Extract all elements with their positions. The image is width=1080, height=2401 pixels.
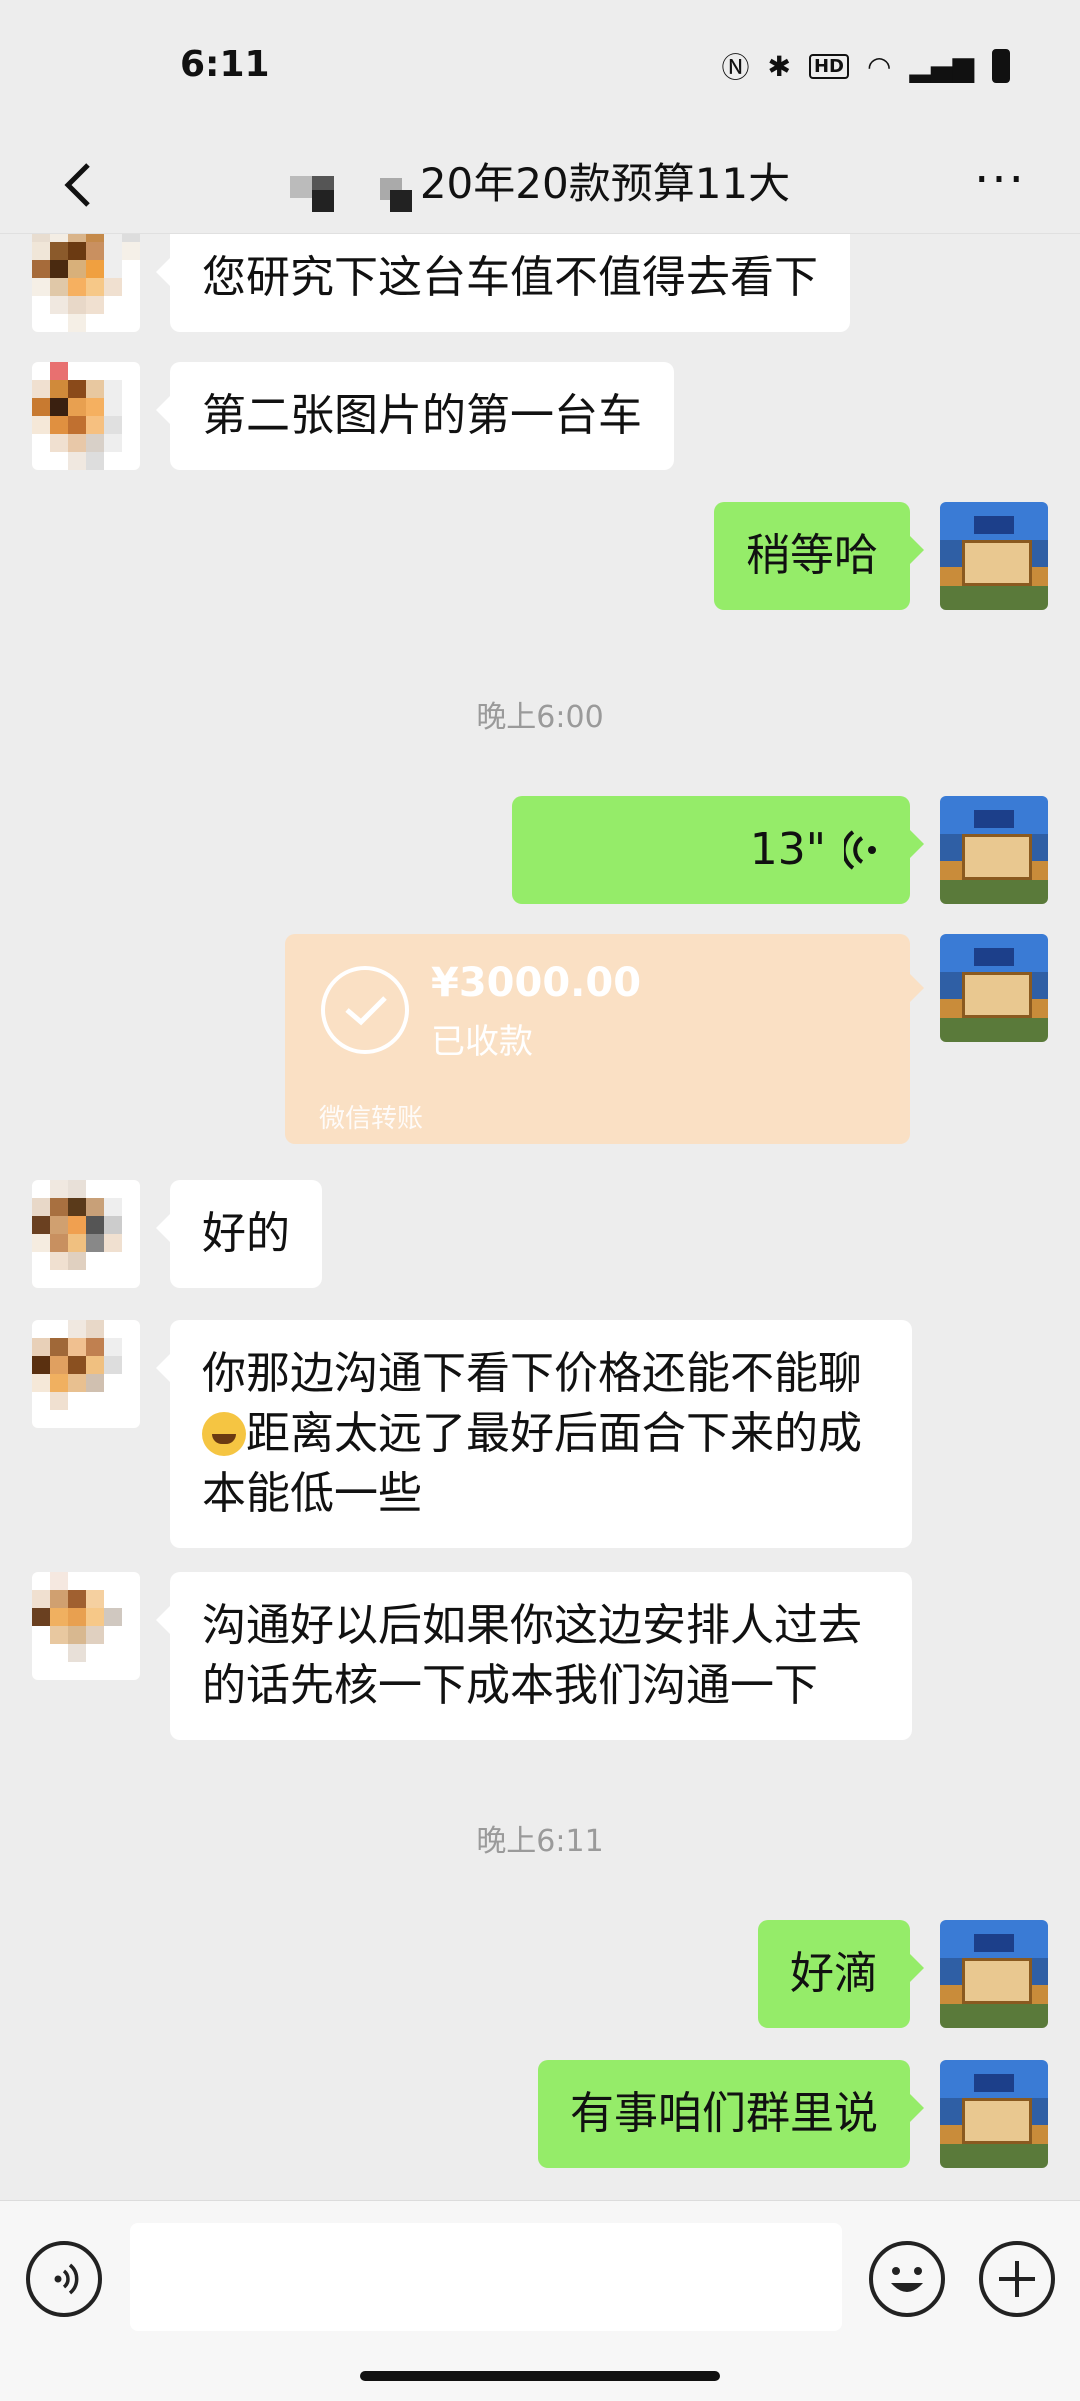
status-time: 6:11 bbox=[180, 44, 270, 85]
message-bubble[interactable]: 第二张图片的第一台车 bbox=[156, 362, 674, 470]
contact-avatar[interactable] bbox=[32, 1180, 140, 1288]
chat-title: 20年20款预算11大 bbox=[0, 135, 1080, 233]
message-timestamp: 晚上6:00 bbox=[476, 700, 604, 735]
message-bubble[interactable]: 有事咱们群里说 bbox=[538, 2060, 924, 2168]
message-list[interactable]: 您研究下这台车值不值得去看下 第二张图片的第一台车 稍等哈 晚上6:00 13" bbox=[0, 234, 1080, 2200]
plus-icon bbox=[999, 2261, 1035, 2297]
contact-avatar[interactable] bbox=[32, 1320, 140, 1428]
my-avatar[interactable] bbox=[940, 2060, 1048, 2168]
message-bubble[interactable]: 好的 bbox=[156, 1180, 322, 1288]
transfer-footer: 微信转账 bbox=[319, 1104, 424, 1134]
voice-duration: 13" bbox=[749, 824, 826, 875]
voice-wave-icon bbox=[54, 2263, 79, 2295]
message-input[interactable] bbox=[130, 2223, 842, 2331]
voice-input-button[interactable] bbox=[26, 2241, 102, 2317]
my-avatar[interactable] bbox=[940, 796, 1048, 904]
voice-message[interactable]: 13" bbox=[512, 796, 924, 904]
laugh-cry-emoji-icon bbox=[202, 1412, 246, 1456]
contact-avatar[interactable] bbox=[32, 234, 140, 332]
message-timestamp: 晚上6:11 bbox=[476, 1824, 604, 1859]
more-options-button[interactable]: ··· bbox=[960, 145, 1040, 225]
signal-5g-icon: ▂▄▆ bbox=[909, 49, 974, 83]
my-avatar[interactable] bbox=[940, 934, 1048, 1042]
message-bubble[interactable]: 稍等哈 bbox=[714, 502, 924, 610]
bluetooth-icon: ✱ bbox=[767, 49, 791, 83]
message-text-part: 你那边沟通下看下价格还能不能聊 bbox=[202, 1348, 862, 1399]
message-text-part: 距离太远了最好后面合下来的成本能低一些 bbox=[202, 1408, 862, 1519]
chat-title-text: 20年20款预算11大 bbox=[419, 159, 791, 208]
nfc-icon: Ⓝ bbox=[721, 51, 750, 84]
transfer-card[interactable]: ¥3000.00 已收款 微信转账 bbox=[285, 934, 924, 1144]
hd-icon: HD bbox=[808, 53, 849, 79]
transfer-amount: ¥3000.00 bbox=[431, 960, 642, 1006]
chat-header: 20年20款预算11大 ··· bbox=[0, 135, 1080, 234]
message-bubble[interactable]: 沟通好以后如果你这边安排人过去的话先核一下成本我们沟通一下 bbox=[156, 1572, 912, 1740]
transfer-status: 已收款 bbox=[431, 1022, 533, 1062]
check-circle-icon bbox=[321, 966, 409, 1054]
home-indicator[interactable] bbox=[360, 2371, 720, 2381]
contact-avatar[interactable] bbox=[32, 1572, 140, 1680]
redacted-name bbox=[289, 170, 412, 212]
status-bar: 6:11 Ⓝ ✱ HD ◠ ▂▄▆ bbox=[0, 0, 1080, 135]
status-icons: Ⓝ ✱ HD ◠ ▂▄▆ bbox=[721, 46, 1010, 86]
message-bubble[interactable]: 你那边沟通下看下价格还能不能聊距离太远了最好后面合下来的成本能低一些 bbox=[156, 1320, 912, 1548]
battery-icon bbox=[992, 49, 1010, 83]
voice-wave-icon bbox=[844, 830, 876, 870]
my-avatar[interactable] bbox=[940, 1920, 1048, 2028]
smiley-icon bbox=[891, 2267, 923, 2292]
contact-avatar[interactable] bbox=[32, 362, 140, 470]
my-avatar[interactable] bbox=[940, 502, 1048, 610]
input-bar bbox=[0, 2200, 1080, 2401]
emoji-button[interactable] bbox=[869, 2241, 945, 2317]
more-functions-button[interactable] bbox=[979, 2241, 1055, 2317]
message-bubble[interactable]: 好滴 bbox=[758, 1920, 924, 2028]
wifi-icon: ◠ bbox=[866, 49, 892, 83]
message-bubble[interactable]: 您研究下这台车值不值得去看下 bbox=[156, 234, 850, 332]
